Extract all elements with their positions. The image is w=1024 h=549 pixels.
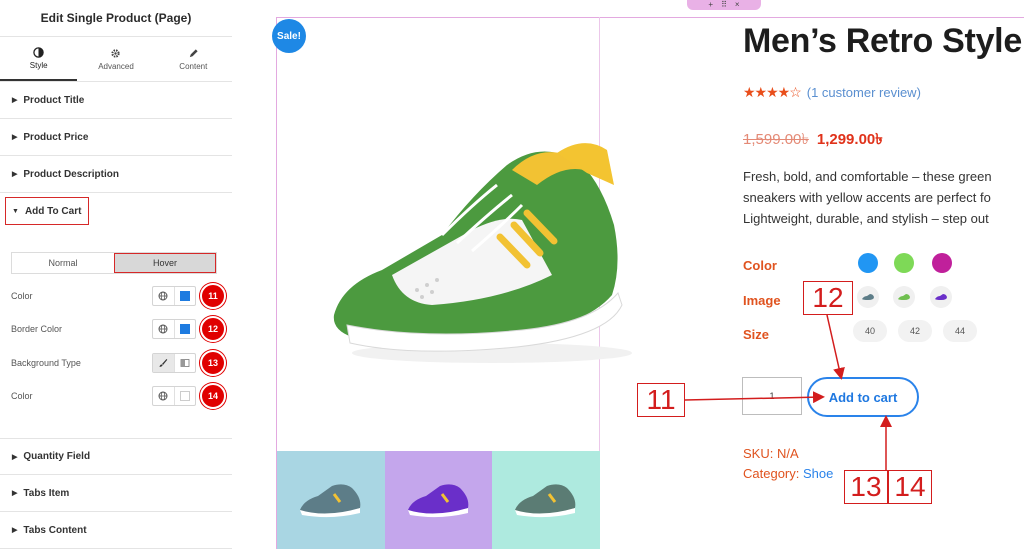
editor-sidebar: Edit Single Product (Page) Style Advance… <box>0 0 233 549</box>
tab-content[interactable]: Content <box>155 37 232 81</box>
tab-style-label: Style <box>29 60 48 70</box>
arrow-12 <box>826 314 845 380</box>
section-label: Quantity Field <box>23 451 91 462</box>
tab-advanced[interactable]: Advanced <box>77 37 154 81</box>
section-add-to-cart[interactable]: ▼ Add To Cart <box>0 193 232 229</box>
callout-12: 12 <box>803 281 853 315</box>
hover-tab[interactable]: Hover <box>114 253 216 273</box>
globe-icon[interactable] <box>153 320 174 338</box>
section-label: Add To Cart <box>24 205 82 217</box>
section-label: Product Price <box>23 131 89 143</box>
callout-11: 11 <box>637 383 685 417</box>
background-type-toggle[interactable] <box>152 353 196 373</box>
caret-right-icon: ▶ <box>12 97 18 104</box>
annotation-arrows <box>684 314 892 470</box>
step-badge: 13 <box>200 350 226 376</box>
globe-icon[interactable] <box>153 387 174 405</box>
gear-icon <box>111 48 121 58</box>
gradient-icon[interactable] <box>173 354 196 372</box>
color-swatch[interactable] <box>173 320 196 338</box>
step-badge: 14 <box>200 383 226 409</box>
section-product-title[interactable]: ▶ Product Title <box>0 82 232 119</box>
globe-icon[interactable] <box>153 287 174 305</box>
callout-14: 14 <box>888 470 932 504</box>
color-swatch[interactable] <box>173 287 196 305</box>
caret-right-icon: ▶ <box>12 490 18 497</box>
tab-advanced-label: Advanced <box>98 61 134 71</box>
section-quantity-field[interactable]: ▶ Quantity Field <box>0 438 232 475</box>
control-label: Border Color <box>11 324 63 334</box>
step-badge: 11 <box>200 283 226 309</box>
panel-tabs: Style Advanced Content <box>0 37 232 82</box>
tab-style[interactable]: Style <box>0 37 78 81</box>
section-tabs-content[interactable]: ▶ Tabs Content <box>0 512 232 549</box>
control-label: Color <box>11 291 33 301</box>
contrast-icon <box>33 46 44 58</box>
caret-right-icon: ▶ <box>12 134 18 141</box>
state-toggle: Normal Hover <box>11 252 217 274</box>
color-swatch[interactable] <box>173 387 196 405</box>
section-label: Product Description <box>23 168 119 180</box>
add-to-cart-highlight: ▼ Add To Cart <box>5 197 89 225</box>
step-badge: 12 <box>200 316 226 342</box>
section-label: Tabs Content <box>23 524 87 536</box>
panel-title: Edit Single Product (Page) <box>0 0 232 37</box>
caret-down-icon: ▼ <box>12 207 19 215</box>
section-label: Tabs Item <box>23 487 70 499</box>
color-picker[interactable] <box>152 286 196 306</box>
section-label: Product Title <box>23 94 85 106</box>
control-color: Color 11 <box>11 283 226 309</box>
control-background-type: Background Type 13 <box>11 350 226 376</box>
control-border-color: Border Color 12 <box>11 316 226 342</box>
border-color-picker[interactable] <box>152 319 196 339</box>
caret-right-icon: ▶ <box>12 453 18 461</box>
caret-right-icon: ▶ <box>12 171 18 178</box>
normal-tab[interactable]: Normal <box>12 253 114 273</box>
section-product-price[interactable]: ▶ Product Price <box>0 119 232 156</box>
section-tabs-item[interactable]: ▶ Tabs Item <box>0 475 232 512</box>
callout-13: 13 <box>844 470 888 504</box>
arrow-11 <box>684 391 825 404</box>
bg-color-picker[interactable] <box>152 386 196 406</box>
control-bg-color: Color 14 <box>11 383 226 409</box>
section-product-description[interactable]: ▶ Product Description <box>0 156 232 193</box>
preview-canvas: + ⠿ × Sale! Men’s Retro Style ★★★★☆ (1 c… <box>232 0 1024 549</box>
brush-icon[interactable] <box>153 354 174 372</box>
control-label: Background Type <box>11 358 81 368</box>
control-label: Color <box>11 391 33 401</box>
tab-content-label: Content <box>179 61 208 71</box>
pencil-icon <box>189 48 198 57</box>
caret-right-icon: ▶ <box>12 527 18 534</box>
